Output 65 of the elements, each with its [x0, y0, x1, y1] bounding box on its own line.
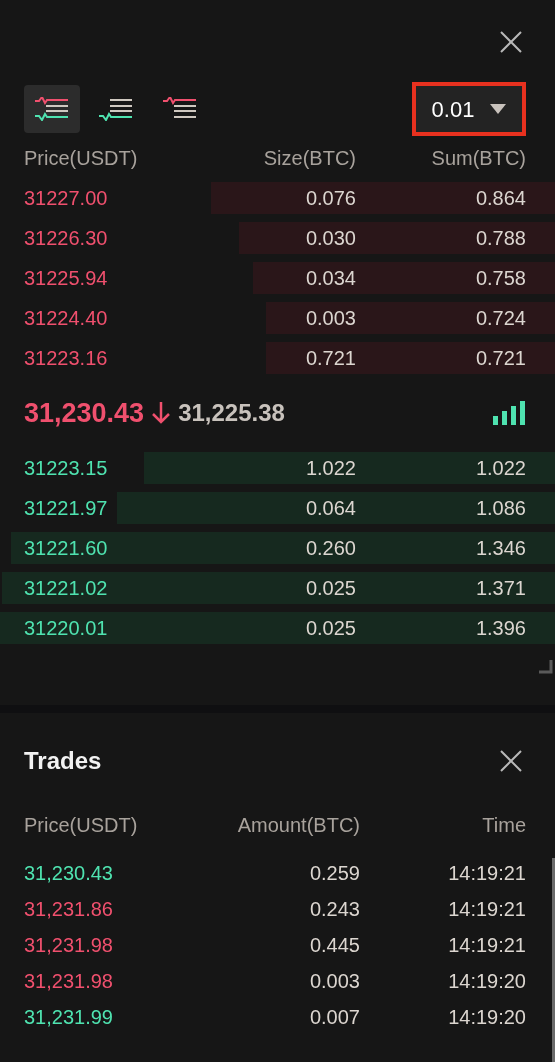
trade-price: 31,230.43 [23, 861, 114, 886]
sum-cell-text: 0.864 [475, 186, 526, 211]
column-header: Size(BTC) [262, 146, 356, 171]
sum-cell-text: 1.086 [475, 496, 526, 521]
price-cell-text: 31223.15 [23, 456, 109, 481]
price-cell-text: 31220.01 [23, 616, 109, 641]
trade-amount: 0.243 [308, 897, 360, 922]
last-price: 31,230.43 [24, 396, 145, 430]
size-cell-text: 0.064 [305, 496, 356, 521]
sum-cell-text: 0.788 [475, 226, 526, 251]
size-cell-text: 0.721 [305, 346, 356, 371]
order-book-bids-icon [98, 97, 134, 121]
column-header: Sum(BTC) [430, 146, 527, 171]
trade-price: 31,231.99 [23, 1005, 114, 1030]
size-cell-text: 1.022 [305, 456, 356, 481]
sum-cell-text: 0.724 [475, 306, 526, 331]
sum-cell-text: 1.396 [475, 616, 526, 641]
resize-handle-icon [539, 660, 553, 674]
mark-price: 31,225.38 [178, 398, 285, 428]
trade-time: 14:19:21 [447, 933, 527, 958]
price-cell-text: 31227.00 [23, 186, 109, 211]
sum-cell-text: 1.346 [475, 536, 526, 561]
price-cell-text: 31225.94 [23, 266, 109, 291]
trade-price: 31,231.86 [23, 897, 114, 922]
size-cell-text: 0.076 [305, 186, 356, 211]
price-cell-text: 31221.97 [23, 496, 109, 521]
trade-time: 14:19:20 [447, 969, 527, 994]
column-header: Price(USDT) [23, 813, 139, 838]
close-icon [499, 30, 523, 54]
trade-amount: 0.445 [308, 933, 360, 958]
sum-cell-text: 0.721 [475, 346, 526, 371]
column-header: Price(USDT) [23, 146, 139, 171]
trade-time: 14:19:21 [447, 861, 527, 886]
size-cell-text: 0.003 [305, 306, 356, 331]
signal-icon [493, 401, 527, 425]
close-icon [499, 749, 523, 773]
price-cell-text: 31226.30 [23, 226, 109, 251]
trade-amount: 0.259 [308, 861, 360, 886]
price-cell-text: 31221.60 [23, 536, 109, 561]
trade-price: 31,231.98 [23, 933, 114, 958]
arrow-down-icon [152, 402, 171, 424]
trade-time: 14:19:20 [447, 1005, 527, 1030]
trades-title: Trades [24, 746, 102, 776]
trade-price: 31,231.98 [23, 969, 114, 994]
order-book-asks-icon [162, 97, 198, 121]
size-cell-text: 0.025 [305, 576, 356, 601]
caret-icon [490, 104, 507, 114]
sum-cell-text: 0.758 [475, 266, 526, 291]
view-mode-tab[interactable] [24, 85, 80, 133]
size-cell-text: 0.030 [305, 226, 356, 251]
size-cell-text: 0.025 [305, 616, 356, 641]
trade-amount: 0.003 [308, 969, 360, 994]
trade-time: 14:19:21 [447, 897, 527, 922]
precision-dropdown[interactable]: 0.01 [416, 86, 522, 132]
price-cell-text: 31224.40 [23, 306, 109, 331]
column-header: Amount(BTC) [236, 813, 360, 838]
size-cell-text: 0.034 [305, 266, 356, 291]
price-cell-text: 31223.16 [23, 346, 109, 371]
order-book-both-icon [34, 97, 70, 121]
sum-cell-text: 1.022 [475, 456, 526, 481]
sum-cell-text: 1.371 [475, 576, 526, 601]
trade-amount: 0.007 [308, 1005, 360, 1030]
price-cell-text: 31221.02 [23, 576, 109, 601]
size-cell-text: 0.260 [305, 536, 356, 561]
column-header: Time [481, 813, 527, 838]
